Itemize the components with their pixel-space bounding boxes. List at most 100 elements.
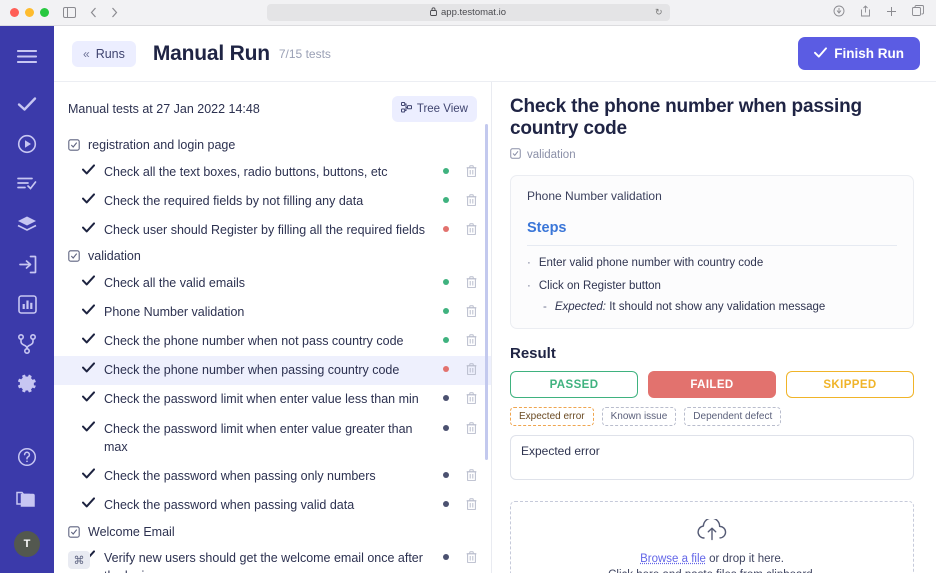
result-button-skipped[interactable]: SKIPPED: [786, 371, 914, 398]
result-tag[interactable]: Expected error: [510, 407, 594, 426]
suite-icon: [68, 526, 80, 538]
suite-icon: [510, 148, 521, 162]
test-list-title: Manual tests at 27 Jan 2022 14:48: [68, 102, 260, 116]
command-key-badge[interactable]: ⌘: [68, 551, 90, 569]
result-button-passed[interactable]: PASSED: [510, 371, 638, 398]
delete-icon[interactable]: [466, 165, 477, 180]
status-dot: [443, 472, 449, 478]
back-icon[interactable]: [90, 7, 97, 18]
status-dot: [443, 337, 449, 343]
tree-view-label: Tree View: [417, 103, 468, 115]
test-row[interactable]: Check the phone number when not pass cou…: [54, 327, 491, 356]
list-scrollbar-thumb[interactable]: [485, 124, 488, 460]
finish-run-label: Finish Run: [834, 46, 904, 61]
test-list-pane: Manual tests at 27 Jan 2022 14:48 Tree V…: [54, 82, 492, 573]
sidebar-item-plans[interactable]: [0, 164, 54, 204]
result-button-failed[interactable]: FAILED: [648, 371, 776, 398]
test-detail-pane: Check the phone number when passing coun…: [492, 82, 936, 573]
finish-run-button[interactable]: Finish Run: [798, 37, 920, 70]
status-dot: [443, 554, 449, 560]
page-title: Manual Run: [153, 42, 270, 66]
play-circle-icon: [17, 134, 37, 154]
forward-icon[interactable]: [111, 7, 118, 18]
share-icon[interactable]: [860, 5, 871, 20]
window-controls[interactable]: [0, 8, 49, 17]
dropzone-line1: Browse a file or drop it here.: [640, 553, 784, 565]
sidebar-item-projects[interactable]: [0, 477, 54, 517]
hamburger-menu-icon[interactable]: [0, 36, 54, 76]
downloads-icon[interactable]: [833, 5, 845, 20]
browse-file-link[interactable]: Browse a file: [640, 553, 706, 565]
check-icon: [82, 222, 95, 236]
test-description: Phone Number validation: [527, 189, 897, 203]
test-row[interactable]: Check the phone number when passing coun…: [54, 356, 491, 385]
file-dropzone[interactable]: Browse a file or drop it here. Click her…: [510, 501, 914, 573]
content-panes: Manual tests at 27 Jan 2022 14:48 Tree V…: [54, 82, 936, 573]
delete-icon[interactable]: [466, 551, 477, 566]
sidebar-item-help[interactable]: [0, 437, 54, 477]
step-expected: -Expected: It should not show any valida…: [527, 301, 897, 313]
bullet-icon: ·: [527, 257, 531, 269]
delete-icon[interactable]: [466, 305, 477, 320]
step-item: ·Click on Register button: [527, 280, 897, 292]
test-row[interactable]: Check all the text boxes, radio buttons,…: [54, 157, 491, 186]
reload-icon[interactable]: ↻: [655, 7, 663, 18]
steps-list: ·Enter valid phone number with country c…: [527, 257, 897, 313]
test-row[interactable]: Check the required fields by not filling…: [54, 186, 491, 215]
test-row-label: Check all the valid emails: [104, 274, 434, 292]
result-notes-input[interactable]: [510, 435, 914, 480]
test-row[interactable]: Check the password when passing only num…: [54, 461, 491, 490]
sidebar-item-tests[interactable]: [0, 84, 54, 124]
import-icon: [18, 255, 37, 274]
sidebar-item-branches[interactable]: [0, 324, 54, 364]
main-area: « Runs Manual Run 7/15 tests Finish Run …: [54, 26, 936, 573]
test-row[interactable]: Check user should Register by filling al…: [54, 215, 491, 244]
list-scrollbar[interactable]: [485, 124, 488, 555]
tree-view-button[interactable]: Tree View: [392, 96, 477, 122]
test-row-label: Verify new users should get the welcome …: [104, 549, 434, 573]
result-tag[interactable]: Known issue: [602, 407, 677, 426]
status-dot: [443, 279, 449, 285]
delete-icon[interactable]: [466, 276, 477, 291]
check-icon: [82, 164, 95, 178]
maximize-window-button[interactable]: [40, 8, 49, 17]
test-list-scroll[interactable]: registration and login pageCheck all the…: [54, 133, 491, 573]
delete-icon[interactable]: [466, 498, 477, 513]
sidebar-item-analytics[interactable]: [0, 284, 54, 324]
test-row[interactable]: Check the password when passing valid da…: [54, 490, 491, 519]
test-row[interactable]: Check the password limit when enter valu…: [54, 385, 491, 414]
delete-icon[interactable]: [466, 469, 477, 484]
sidebar-item-suites[interactable]: [0, 204, 54, 244]
test-row[interactable]: Check the password limit when enter valu…: [54, 414, 491, 461]
address-bar[interactable]: app.testomat.io ↻: [267, 4, 670, 21]
sidebar-item-import[interactable]: [0, 244, 54, 284]
browser-chrome: app.testomat.io ↻: [0, 0, 936, 26]
result-heading: Result: [510, 345, 914, 362]
delete-icon[interactable]: [466, 422, 477, 437]
delete-icon[interactable]: [466, 334, 477, 349]
back-to-runs-button[interactable]: « Runs: [72, 41, 136, 67]
minimize-window-button[interactable]: [25, 8, 34, 17]
close-window-button[interactable]: [10, 8, 19, 17]
delete-icon[interactable]: [466, 363, 477, 378]
avatar[interactable]: T: [14, 531, 40, 557]
delete-icon[interactable]: [466, 392, 477, 407]
sidebar-toggle-icon[interactable]: [63, 7, 76, 18]
tree-icon: [401, 102, 412, 116]
result-tag[interactable]: Dependent defect: [684, 407, 781, 426]
check-icon: [17, 96, 37, 112]
suite-row[interactable]: registration and login page: [54, 133, 491, 157]
suite-row[interactable]: Welcome Email: [54, 520, 491, 544]
delete-icon[interactable]: [466, 194, 477, 209]
suite-row[interactable]: validation: [54, 244, 491, 268]
test-row[interactable]: Check all the valid emails: [54, 268, 491, 297]
tab-overview-icon[interactable]: [912, 5, 924, 20]
sidebar-item-settings[interactable]: [0, 364, 54, 404]
delete-icon[interactable]: [466, 223, 477, 238]
test-row[interactable]: Verify new users should get the welcome …: [54, 544, 491, 573]
new-tab-icon[interactable]: [886, 5, 897, 20]
test-row[interactable]: Phone Number validation: [54, 298, 491, 327]
test-row-label: Check the phone number when not pass cou…: [104, 332, 434, 350]
sidebar-item-runs[interactable]: [0, 124, 54, 164]
dash-icon: -: [543, 301, 547, 313]
